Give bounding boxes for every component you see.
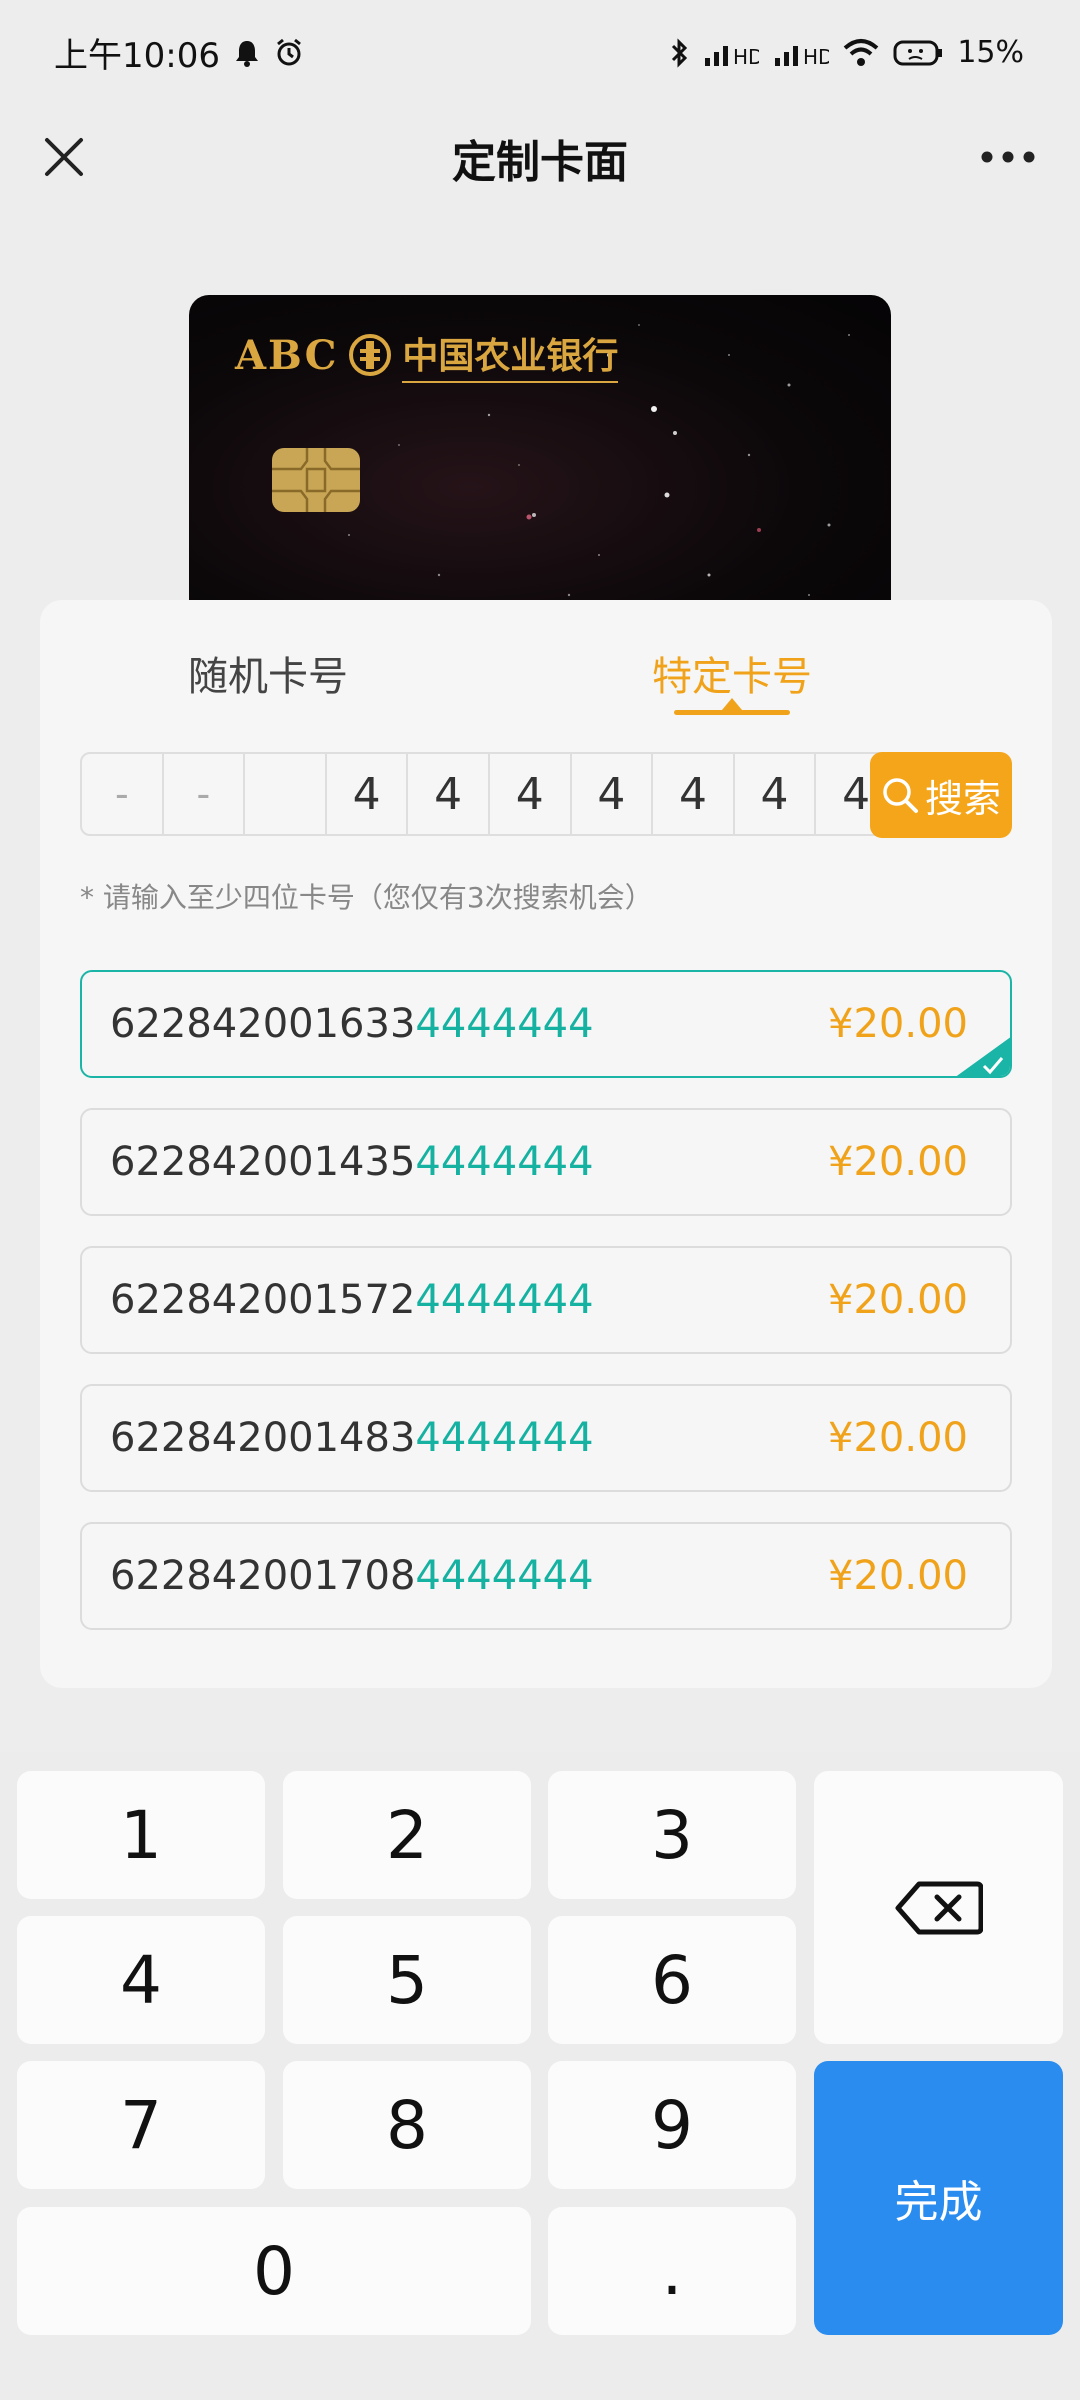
- key-6[interactable]: 6: [548, 1916, 796, 2044]
- nav-header: 定制卡面: [0, 105, 1080, 210]
- digit-input[interactable]: -: [82, 754, 164, 834]
- search-icon: [883, 778, 918, 813]
- digit-input[interactable]: 4: [572, 754, 654, 834]
- done-button[interactable]: 完成: [814, 2061, 1063, 2335]
- card-number-option[interactable]: 6228420016334444444 ¥20.00: [80, 970, 1012, 1078]
- card-number: 6228420015724444444: [110, 1277, 594, 1323]
- card-number-prefix: 622842001633: [110, 1001, 416, 1047]
- tab-random-number[interactable]: 随机卡号: [188, 644, 348, 702]
- wifi-icon: [843, 38, 879, 66]
- card-digit-inputs: - - 4 4 4 4 4 4 4: [80, 752, 898, 836]
- digit-input[interactable]: 4: [735, 754, 817, 834]
- battery-icon: [893, 40, 943, 65]
- card-number-prefix: 622842001572: [110, 1277, 416, 1323]
- card-number-suffix: 4444444: [415, 1553, 594, 1599]
- digit-input[interactable]: 4: [490, 754, 572, 834]
- price: ¥20.00: [828, 1553, 968, 1599]
- card-number: 6228420014354444444: [110, 1139, 594, 1185]
- card-number-suffix: 4444444: [415, 1001, 594, 1047]
- more-button[interactable]: [970, 123, 1046, 191]
- key-5[interactable]: 5: [283, 1916, 531, 2044]
- status-right: HD HD 15%: [669, 35, 1024, 70]
- numeric-keypad: 1 2 3 4 5 6 7 8 9 完成 0 .: [0, 1752, 1080, 2400]
- card-number-prefix: 622842001435: [110, 1139, 416, 1185]
- card-number-option[interactable]: 6228420015724444444 ¥20.00: [80, 1246, 1012, 1354]
- tab-specific-number[interactable]: 特定卡号: [652, 644, 812, 702]
- digit-input[interactable]: 4: [327, 754, 409, 834]
- more-icon: [981, 151, 1035, 163]
- card-number-suffix: 4444444: [415, 1277, 594, 1323]
- tab-indicator: [674, 710, 790, 715]
- chip-icon: [272, 448, 360, 512]
- bank-name: 中国农业银行: [402, 327, 619, 383]
- tabs: 随机卡号 特定卡号: [40, 600, 1052, 730]
- digit-input[interactable]: -: [164, 754, 246, 834]
- price: ¥20.00: [828, 1139, 968, 1185]
- key-2[interactable]: 2: [283, 1771, 531, 1899]
- key-9[interactable]: 9: [548, 2061, 796, 2189]
- card-number-panel: 随机卡号 特定卡号 - - 4 4 4 4 4 4 4 搜索 * 请输入至少四位…: [40, 600, 1052, 1688]
- bluetooth-icon: [672, 37, 688, 68]
- backspace-icon: [895, 1881, 983, 1934]
- bell-icon: [235, 40, 258, 67]
- card-number-option[interactable]: 6228420014354444444 ¥20.00: [80, 1108, 1012, 1216]
- key-3[interactable]: 3: [548, 1771, 796, 1899]
- page-title: 定制卡面: [452, 136, 628, 188]
- card-number-prefix: 622842001708: [110, 1553, 416, 1599]
- card-number: 6228420017084444444: [110, 1553, 594, 1599]
- key-decimal[interactable]: .: [548, 2207, 796, 2335]
- svg-text:HD: HD: [733, 45, 759, 68]
- key-7[interactable]: 7: [17, 2061, 265, 2189]
- price: ¥20.00: [828, 1277, 968, 1323]
- card-number-option[interactable]: 6228420014834444444 ¥20.00: [80, 1384, 1012, 1492]
- digit-input[interactable]: 4: [408, 754, 490, 834]
- abc-emblem-icon: [349, 334, 392, 376]
- digit-input[interactable]: [245, 754, 327, 834]
- alarm-icon: [277, 38, 301, 65]
- key-0[interactable]: 0: [17, 2207, 531, 2335]
- abc-text: ABC: [235, 331, 339, 379]
- close-icon: [45, 138, 83, 176]
- close-button[interactable]: [30, 123, 98, 191]
- price: ¥20.00: [828, 1001, 968, 1047]
- svg-text:HD: HD: [803, 45, 829, 68]
- search-button[interactable]: 搜索: [870, 752, 1012, 838]
- digit-input[interactable]: 4: [653, 754, 735, 834]
- card-number-suffix: 4444444: [415, 1139, 594, 1185]
- status-bar: 上午10:06 HD HD 15%: [0, 0, 1080, 105]
- tab-indicator-caret: [722, 698, 742, 710]
- battery-percent: 15%: [957, 35, 1024, 70]
- backspace-key[interactable]: [814, 1771, 1063, 2044]
- price: ¥20.00: [828, 1415, 968, 1461]
- signal-icon: HD: [705, 45, 759, 68]
- key-1[interactable]: 1: [17, 1771, 265, 1899]
- status-time: 上午10:06: [54, 36, 220, 76]
- signal-icon: HD: [775, 45, 829, 68]
- key-4[interactable]: 4: [17, 1916, 265, 2044]
- selected-check-icon: [956, 1037, 1010, 1076]
- card-number-prefix: 622842001483: [110, 1415, 416, 1461]
- card-preview: ABC 中国农业银行: [189, 295, 891, 615]
- key-8[interactable]: 8: [283, 2061, 531, 2189]
- card-number: 6228420016334444444: [110, 1001, 594, 1047]
- bank-logo: ABC 中国农业银行: [235, 327, 619, 383]
- search-hint: * 请输入至少四位卡号（您仅有3次搜索机会）: [80, 881, 653, 914]
- card-number-option[interactable]: 6228420017084444444 ¥20.00: [80, 1522, 1012, 1630]
- card-number-suffix: 4444444: [415, 1415, 594, 1461]
- card-number: 6228420014834444444: [110, 1415, 594, 1461]
- search-button-label: 搜索: [924, 776, 1001, 821]
- status-left: 上午10:06: [54, 28, 304, 77]
